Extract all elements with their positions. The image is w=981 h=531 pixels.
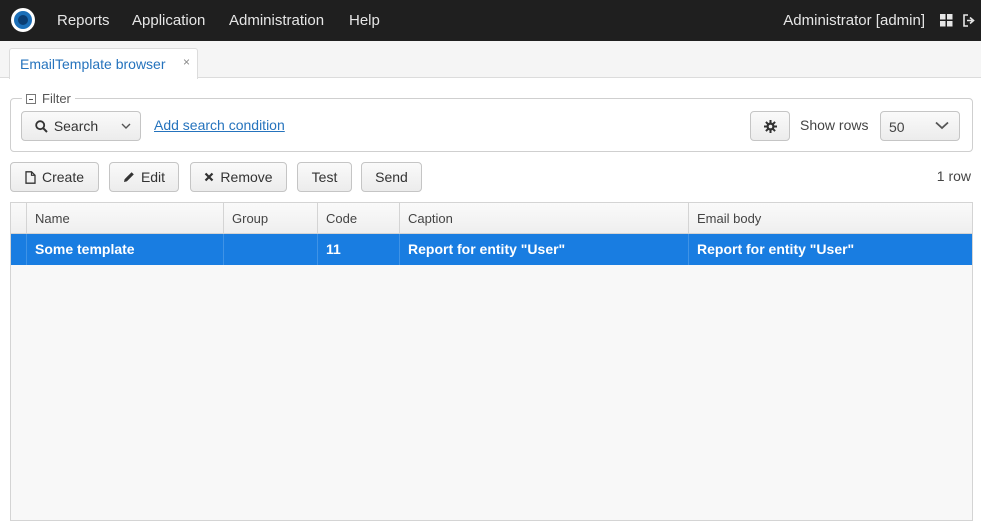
search-options-dropdown[interactable] — [111, 111, 141, 141]
remove-icon — [205, 172, 214, 182]
collapse-icon[interactable] — [26, 93, 36, 104]
menu-reports[interactable]: Reports — [57, 0, 110, 41]
cell-caption: Report for entity "User" — [400, 234, 689, 265]
edit-button[interactable]: Edit — [109, 162, 179, 192]
column-header-email-body[interactable]: Email body — [689, 203, 972, 234]
add-search-condition-link[interactable]: Add search condition — [154, 117, 285, 133]
settings-button[interactable] — [750, 111, 790, 141]
file-icon — [25, 170, 36, 184]
top-menu-bar: Reports Application Administration Help … — [0, 0, 981, 41]
cell-email-body: Report for entity "User" — [697, 241, 855, 257]
column-header-caption[interactable]: Caption — [400, 203, 689, 234]
table-header: Name Group Code Caption Email body — [11, 203, 972, 234]
chevron-down-icon — [935, 121, 949, 130]
search-button[interactable]: Search — [21, 111, 112, 141]
edit-label: Edit — [140, 169, 166, 185]
search-icon — [35, 119, 48, 133]
grid-icon[interactable] — [940, 14, 953, 27]
gear-icon — [763, 119, 777, 133]
chevron-down-icon — [121, 123, 130, 129]
create-label: Create — [41, 169, 85, 185]
table-row[interactable]: Some template 11 Report for entity "User… — [11, 234, 972, 265]
filter-label: Filter — [42, 91, 71, 106]
column-header-code[interactable]: Code — [318, 203, 400, 234]
tab-emailtemplate-browser[interactable]: EmailTemplate browser × — [9, 48, 198, 79]
user-name: Administrator [admin] — [783, 12, 925, 29]
email-template-table: Name Group Code Caption Email body Some … — [10, 202, 973, 521]
remove-button[interactable]: Remove — [190, 162, 287, 192]
cell-code: 11 — [318, 234, 400, 265]
send-button[interactable]: Send — [361, 162, 422, 192]
filter-legend[interactable]: Filter — [22, 91, 75, 106]
tab-label: EmailTemplate browser — [20, 56, 166, 72]
menu-administration[interactable]: Administration — [229, 0, 324, 41]
show-rows-value: 50 — [889, 119, 905, 135]
column-header-group[interactable]: Group — [224, 203, 318, 234]
show-rows-select[interactable]: 50 — [880, 111, 960, 141]
tab-strip: EmailTemplate browser × — [0, 41, 981, 79]
show-rows-label: Show rows — [800, 117, 869, 133]
tab-close-icon[interactable]: × — [183, 55, 190, 69]
cell-name: Some template — [27, 234, 224, 265]
pencil-icon — [123, 172, 134, 182]
column-header-name[interactable]: Name — [27, 203, 224, 234]
cell-group — [224, 234, 318, 265]
search-label: Search — [53, 118, 99, 134]
row-selector[interactable] — [11, 234, 27, 265]
send-label: Send — [375, 169, 408, 185]
menu-application[interactable]: Application — [132, 0, 205, 41]
row-count: 1 row — [936, 168, 971, 184]
test-label: Test — [311, 169, 338, 185]
remove-label: Remove — [220, 169, 273, 185]
test-button[interactable]: Test — [297, 162, 352, 192]
app-logo-icon[interactable] — [11, 8, 35, 32]
logout-icon[interactable] — [963, 14, 976, 27]
menu-help[interactable]: Help — [349, 0, 380, 41]
create-button[interactable]: Create — [10, 162, 99, 192]
select-column-header[interactable] — [11, 203, 27, 234]
